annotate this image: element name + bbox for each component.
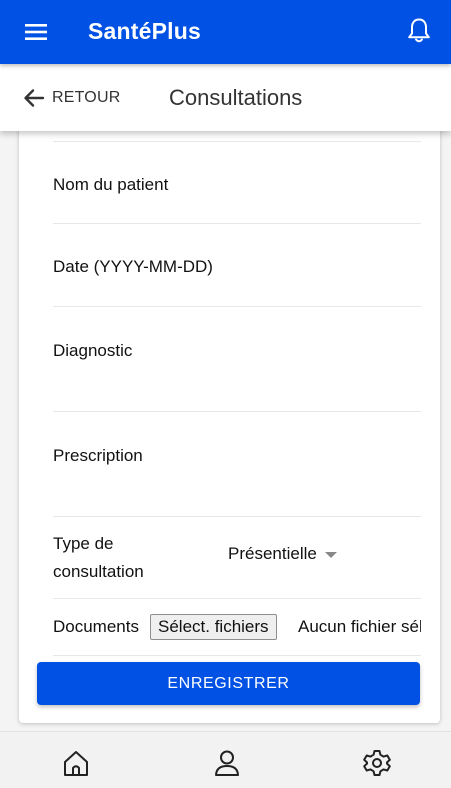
hamburger-menu-icon <box>25 24 47 40</box>
page-title: Consultations <box>169 85 303 110</box>
back-label: RETOUR <box>52 89 121 106</box>
app-title: SantéPlus <box>88 18 202 44</box>
menu-button[interactable] <box>22 20 50 44</box>
app-bar: SantéPlus <box>0 0 451 64</box>
app-screen: SantéPlus RETOUR Consultations Nom du pa… <box>0 0 451 788</box>
date-field[interactable]: Date (YYYY-MM-DD) <box>53 224 421 307</box>
sub-header: RETOUR Consultations <box>0 64 451 131</box>
user-icon <box>215 750 239 776</box>
bell-icon <box>408 18 430 43</box>
prescription-field[interactable]: Prescription <box>53 412 421 517</box>
select-files-button[interactable]: Sélect. fichiers <box>150 614 277 640</box>
date-label: Date (YYYY-MM-DD) <box>53 257 213 276</box>
patient-name-field[interactable]: Nom du patient <box>53 142 421 224</box>
file-selection-status: Aucun fichier sélectionné <box>298 617 421 636</box>
nav-home-button[interactable] <box>61 748 91 778</box>
nav-profile-button[interactable] <box>212 748 242 778</box>
consultation-type-label-line2: consultation <box>53 562 144 581</box>
consultation-type-field: Type de consultation Présentielle <box>53 517 421 599</box>
patient-name-label: Nom du patient <box>53 175 169 194</box>
diagnostic-label: Diagnostic <box>53 341 133 360</box>
consultation-form-card: Nom du patient Date (YYYY-MM-DD) Diagnos… <box>19 120 440 723</box>
diagnostic-field[interactable]: Diagnostic <box>53 307 421 412</box>
consultation-type-label-line1: Type de <box>53 534 114 553</box>
consultation-type-select[interactable]: Présentielle <box>228 544 337 564</box>
arrow-left-icon <box>24 89 45 107</box>
prescription-label: Prescription <box>53 446 143 465</box>
documents-label: Documents <box>53 617 139 636</box>
consultation-type-selected-value: Présentielle <box>228 544 317 563</box>
notifications-button[interactable] <box>405 16 433 46</box>
home-icon <box>64 751 88 776</box>
bottom-navigation <box>0 731 451 788</box>
documents-field: Documents Sélect. fichiers Aucun fichier… <box>53 599 421 656</box>
nav-settings-button[interactable] <box>362 748 392 778</box>
dropdown-caret-icon <box>324 552 337 558</box>
save-button[interactable]: ENREGISTRER <box>37 662 420 705</box>
gear-icon <box>363 750 391 776</box>
back-button[interactable]: RETOUR <box>22 84 120 112</box>
